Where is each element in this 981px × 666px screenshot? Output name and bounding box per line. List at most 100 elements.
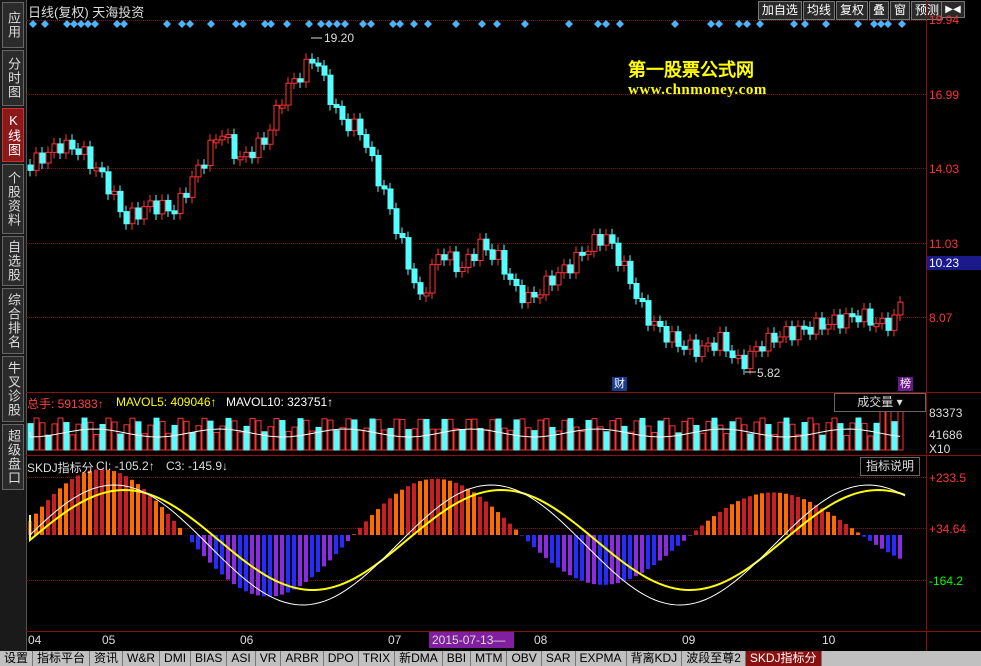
candle-body — [825, 323, 832, 330]
indicator-bar — [772, 492, 776, 535]
signal-diamond — [186, 20, 194, 28]
signal-diamond — [790, 20, 798, 28]
indicator-tab[interactable]: BBI — [443, 651, 472, 666]
kline-chart[interactable] — [0, 0, 981, 651]
indicator-bar — [58, 488, 62, 535]
indicator-explain-button[interactable]: 指标说明 — [860, 457, 920, 476]
volume-bar — [183, 420, 190, 451]
candle-body — [75, 148, 82, 155]
indicator-tab[interactable]: SAR — [542, 651, 576, 666]
indicator-tab[interactable]: TRIX — [359, 651, 396, 666]
candle-body — [489, 249, 496, 260]
volume-bar — [855, 417, 862, 451]
indicator-tab[interactable]: ARBR — [281, 651, 324, 666]
candle-body — [255, 137, 262, 159]
indicator-tab[interactable]: 新DMA — [395, 651, 443, 666]
indicator-bar — [676, 535, 680, 546]
volume-bar — [753, 421, 760, 451]
volume-bar — [105, 417, 112, 451]
indicator-bar — [82, 472, 86, 535]
candle-body — [651, 320, 658, 326]
candle-body — [597, 234, 604, 246]
candle-body — [201, 164, 208, 169]
volume-bar — [687, 417, 694, 451]
candle-body — [81, 146, 88, 155]
indicator-tab[interactable]: OBV — [507, 651, 542, 666]
candle-body — [621, 260, 628, 266]
volume-bar — [63, 422, 70, 451]
volume-indicator-select[interactable]: 成交量 ▾ — [834, 393, 926, 412]
signal-diamond — [801, 20, 809, 28]
indicator-tab[interactable]: 设置 — [0, 651, 34, 666]
indicator-tab[interactable]: W&R — [123, 651, 161, 666]
watermark-title: 第一股票公式网 — [628, 60, 754, 80]
high-price-marker: 19.20 — [324, 31, 355, 45]
signal-diamond — [521, 20, 529, 28]
candle-body — [435, 254, 442, 266]
indicator-tab[interactable]: 指标平台 — [33, 651, 91, 666]
volume-bar — [825, 422, 832, 451]
volume-bar — [255, 420, 262, 451]
signal-diamond — [870, 20, 878, 28]
ranking-badge[interactable]: 榜 — [898, 377, 913, 391]
volume-bar — [267, 426, 274, 451]
indicator-bar — [760, 493, 764, 535]
indicator-tab[interactable]: SKDJ指标分 — [745, 651, 822, 666]
volume-bar — [351, 419, 358, 451]
indicator-tab[interactable]: BIAS — [191, 651, 228, 666]
indicator-bar — [628, 535, 632, 579]
indicator-bar — [826, 511, 830, 535]
candle-body — [243, 151, 250, 158]
candle-body — [873, 323, 880, 328]
candle-body — [573, 251, 580, 274]
mavol5-label: MAVOL5: 409046↑ — [116, 395, 217, 409]
indicator-bar — [256, 535, 260, 596]
indicator-tab[interactable]: DMI — [160, 651, 192, 666]
volume-bar — [597, 426, 604, 451]
indicator-bar — [862, 535, 866, 537]
volume-tick: 83373 — [929, 406, 963, 420]
volume-bar — [603, 431, 610, 451]
signal-diamond — [29, 20, 37, 28]
indicator-tab[interactable]: VR — [256, 651, 282, 666]
volume-bar — [525, 427, 532, 451]
indicator-bar — [118, 473, 122, 535]
indicator-bar — [274, 535, 278, 596]
volume-bar — [381, 429, 388, 451]
indicator-tab[interactable]: 波段至尊2 — [682, 651, 746, 666]
indicator-tab[interactable]: MTM — [471, 651, 508, 666]
indicator-tab[interactable]: EXPMA — [576, 651, 627, 666]
indicator-tab[interactable]: 背离KDJ — [627, 651, 683, 666]
volume-bar — [441, 418, 448, 451]
indicator-bar — [430, 478, 434, 535]
indicator-bar — [316, 535, 320, 573]
indicator-bar — [784, 493, 788, 535]
volume-bar — [729, 421, 736, 451]
indicator-tab[interactable]: ASI — [227, 651, 256, 666]
volume-bar — [699, 432, 706, 451]
volume-bar — [843, 435, 850, 451]
candle-body — [705, 342, 712, 347]
indicator-tab[interactable]: DPO — [324, 651, 359, 666]
volume-bar — [333, 430, 340, 451]
candle-body — [117, 190, 124, 213]
candle-body — [153, 200, 160, 215]
signal-diamond — [267, 20, 275, 28]
signal-diamond — [367, 20, 375, 28]
volume-bar — [531, 430, 538, 451]
volume-bar — [345, 418, 352, 451]
indicator-bar — [382, 503, 386, 535]
indicator-bar — [694, 530, 698, 535]
volume-bar — [315, 426, 322, 451]
date-tick: 09 — [682, 633, 696, 647]
volume-bar — [819, 434, 826, 451]
candle-body — [93, 167, 100, 172]
candle-body — [747, 350, 754, 370]
indicator-tab-bar: 设置 指标平台 资讯 W&R DMI BIAS ASI VR ARBR DPO TRIX 新DMA BB… — [0, 651, 981, 666]
candle-body — [297, 78, 304, 83]
indicator-tab[interactable]: 资讯 — [90, 651, 124, 666]
indicator-bar — [748, 496, 752, 535]
signal-diamond — [84, 20, 92, 28]
finance-badge[interactable]: 财 — [612, 377, 627, 391]
indicator-bar — [724, 507, 728, 535]
